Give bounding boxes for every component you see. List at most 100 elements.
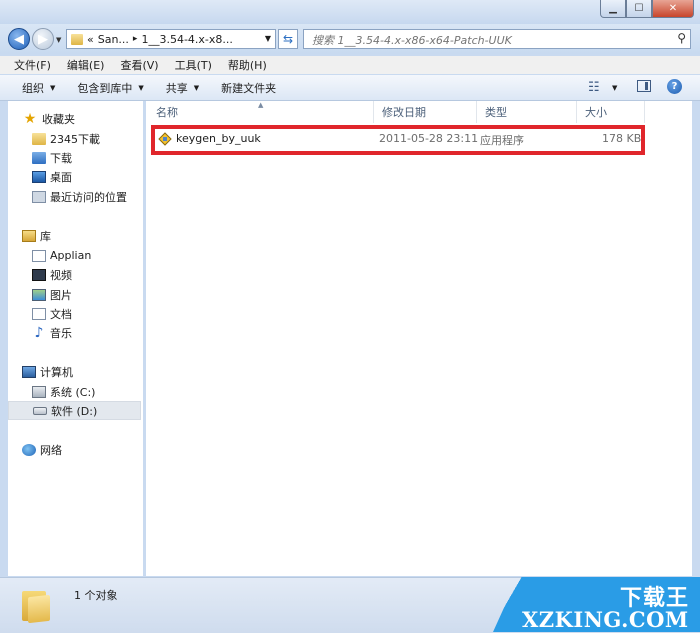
nav-favorites[interactable]: ★ 收藏夹 <box>22 109 75 128</box>
search-icon[interactable]: ⚲ <box>677 31 686 45</box>
share-button[interactable]: 共享 ▼ <box>166 80 199 96</box>
nav-item-music[interactable]: ♪ 音乐 <box>32 323 72 342</box>
nav-item-documents[interactable]: 文档 <box>32 304 72 323</box>
view-dropdown-icon[interactable]: ▼ <box>612 84 617 92</box>
navigation-pane: ★ 收藏夹 2345下載 下载 桌面 最近访问的位置 库 Applian 视频 … <box>8 101 143 576</box>
breadcrumb-item-san[interactable]: San... <box>98 33 129 46</box>
arrow-right-icon: ▶ <box>38 31 48 47</box>
nav-item-label: 2345下載 <box>50 132 100 146</box>
nav-item-recent-places[interactable]: 最近访问的位置 <box>32 187 127 206</box>
back-button[interactable]: ◀ <box>8 28 30 50</box>
forward-button[interactable]: ▶ <box>32 28 54 50</box>
nav-network-label: 网络 <box>40 443 62 457</box>
recent-places-icon <box>32 190 46 203</box>
nav-item-applian[interactable]: Applian <box>32 246 91 265</box>
nav-favorites-label: 收藏夹 <box>42 112 75 126</box>
breadcrumb-separator[interactable]: ▸ <box>133 34 138 44</box>
menu-edit[interactable]: 编辑(E) <box>67 57 105 73</box>
nav-item-pictures[interactable]: 图片 <box>32 285 72 304</box>
column-header-label: 修改日期 <box>382 106 426 119</box>
nav-item-label: 音乐 <box>50 326 72 340</box>
star-icon: ★ <box>23 110 37 127</box>
new-folder-label: 新建文件夹 <box>221 81 277 95</box>
chevron-down-icon: ▼ <box>193 83 200 92</box>
watermark-url: XZKING.COM <box>522 607 689 632</box>
address-row: ◀ ▶ ▼ « San... ▸ 1__3.54-4.x-x8... ▼ ⇆ ⚲ <box>0 24 700 54</box>
change-view-icon[interactable]: ☷ <box>588 80 600 95</box>
column-header-label: 类型 <box>485 106 507 119</box>
nav-item-label: 软件 (D:) <box>51 404 98 418</box>
explorer-window: ▁ ☐ ✕ ◀ ▶ ▼ « San... ▸ 1__3.54-4.x-x8...… <box>0 0 700 633</box>
nav-item-label: 下载 <box>50 151 72 165</box>
nav-network[interactable]: 网络 <box>22 440 62 459</box>
video-library-icon <box>32 268 46 281</box>
include-in-library-button[interactable]: 包含到库中 ▼ <box>77 80 143 96</box>
desktop-icon <box>32 170 46 183</box>
nav-item-downloads[interactable]: 下载 <box>32 148 72 167</box>
system-drive-icon <box>32 385 46 398</box>
nav-item-label: 视频 <box>50 268 72 282</box>
nav-item-2345-downloads[interactable]: 2345下載 <box>32 129 100 148</box>
column-header-label: 大小 <box>585 106 607 119</box>
file-list: ▲ 名称 修改日期 类型 大小 keygen_by_uuk 2011-05-28… <box>146 101 692 576</box>
maximize-button[interactable]: ☐ <box>626 0 652 18</box>
nav-item-label: 系统 (C:) <box>50 385 96 399</box>
annotation-highlight-box <box>151 125 645 155</box>
minimize-button[interactable]: ▁ <box>600 0 626 18</box>
column-header-date-modified[interactable]: 修改日期 <box>374 101 477 123</box>
document-library-icon <box>32 249 46 262</box>
help-icon[interactable]: ? <box>667 79 682 94</box>
nav-item-label: 桌面 <box>50 170 72 184</box>
item-count: 1 个对象 <box>74 589 118 602</box>
menu-help[interactable]: 帮助(H) <box>228 57 267 73</box>
recent-pages-dropdown[interactable]: ▼ <box>56 36 61 44</box>
menu-file[interactable]: 文件(F) <box>14 57 51 73</box>
nav-item-label: 最近访问的位置 <box>50 190 127 204</box>
nav-item-label: 图片 <box>50 288 72 302</box>
folder-icon <box>22 588 50 624</box>
nav-item-desktop[interactable]: 桌面 <box>32 167 72 186</box>
breadcrumb-item-current[interactable]: 1__3.54-4.x-x8... <box>141 33 232 46</box>
arrow-left-icon: ◀ <box>14 31 24 47</box>
search-input[interactable] <box>310 31 674 49</box>
nav-libraries[interactable]: 库 <box>22 226 51 245</box>
music-note-icon: ♪ <box>34 324 44 341</box>
column-header-name[interactable]: 名称 <box>148 101 374 123</box>
organize-label: 组织 <box>22 81 44 95</box>
library-icon <box>22 229 36 242</box>
chevron-down-icon: ▼ <box>50 83 56 92</box>
column-header-label: 名称 <box>156 106 178 119</box>
caption-buttons: ▁ ☐ ✕ <box>600 0 694 18</box>
organize-button[interactable]: 组织 ▼ <box>22 80 55 96</box>
title-bar: ▁ ☐ ✕ <box>0 0 700 24</box>
menu-tools[interactable]: 工具(T) <box>175 57 212 73</box>
search-box: ⚲ <box>303 29 691 49</box>
computer-icon <box>22 365 36 378</box>
column-header-type[interactable]: 类型 <box>477 101 577 123</box>
menu-view[interactable]: 查看(V) <box>120 57 158 73</box>
close-button[interactable]: ✕ <box>652 0 694 18</box>
nav-item-videos[interactable]: 视频 <box>32 265 72 284</box>
nav-item-label: 文档 <box>50 307 72 321</box>
refresh-icon: ⇆ <box>282 32 294 46</box>
nav-item-drive-d[interactable]: 软件 (D:) <box>8 401 141 420</box>
menu-bar: 文件(F) 编辑(E) 查看(V) 工具(T) 帮助(H) <box>0 56 700 74</box>
nav-computer[interactable]: 计算机 <box>22 362 73 381</box>
download-folder-icon <box>32 151 46 164</box>
nav-item-drive-c[interactable]: 系统 (C:) <box>32 382 95 401</box>
new-folder-button[interactable]: 新建文件夹 <box>221 80 276 96</box>
include-library-label: 包含到库中 <box>77 81 133 95</box>
chevron-down-icon: ▼ <box>138 83 144 92</box>
address-dropdown[interactable]: ▼ <box>265 34 271 43</box>
hard-drive-icon <box>33 406 47 415</box>
refresh-button[interactable]: ⇆ <box>278 29 298 49</box>
breadcrumb-overflow[interactable]: « <box>87 33 94 46</box>
nav-libraries-label: 库 <box>40 229 51 243</box>
column-header-size[interactable]: 大小 <box>577 101 645 123</box>
address-bar[interactable]: « San... ▸ 1__3.54-4.x-x8... ▼ <box>66 29 276 49</box>
picture-library-icon <box>32 288 46 301</box>
preview-pane-icon[interactable] <box>637 80 651 92</box>
folder-icon <box>71 33 83 45</box>
folder-icon <box>32 132 46 145</box>
nav-item-label: Applian <box>50 249 92 262</box>
